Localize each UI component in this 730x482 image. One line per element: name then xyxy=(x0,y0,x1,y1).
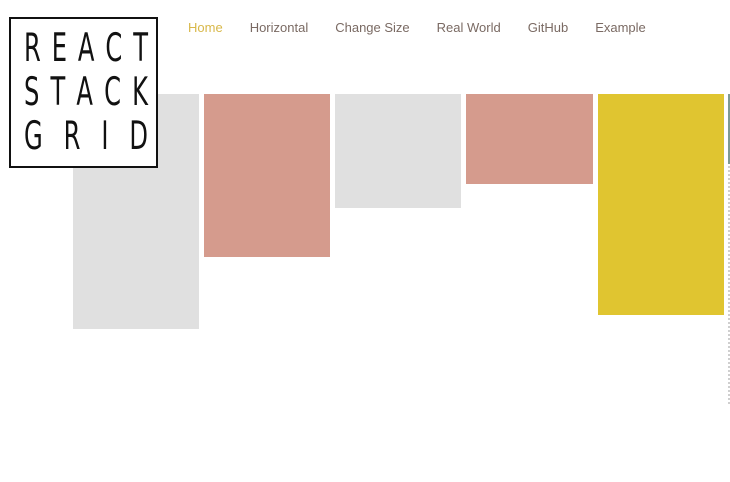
logo-letter: D xyxy=(129,114,148,159)
nav-example[interactable]: Example xyxy=(595,18,646,38)
nav-change-size[interactable]: Change Size xyxy=(335,18,409,38)
logo-letter: A xyxy=(77,26,95,71)
logo-line-react: R E A C T xyxy=(24,29,148,69)
logo-letter: K xyxy=(132,70,148,115)
nav-horizontal[interactable]: Horizontal xyxy=(250,18,309,38)
nav-home[interactable]: Home xyxy=(188,18,223,38)
grid-item[interactable] xyxy=(204,94,330,257)
top-nav: Home Horizontal Change Size Real World G… xyxy=(188,18,646,38)
logo-letter: C xyxy=(104,70,121,115)
logo-letter: R xyxy=(63,114,81,159)
logo-letter: A xyxy=(76,70,93,115)
logo-letter: I xyxy=(101,114,109,159)
nav-real-world[interactable]: Real World xyxy=(437,18,501,38)
logo[interactable]: R E A C T S T A C K G R I D xyxy=(9,17,158,168)
logo-line-stack: S T A C K xyxy=(24,73,148,113)
grid-item[interactable] xyxy=(466,94,593,184)
logo-letter: E xyxy=(51,26,68,71)
nav-github[interactable]: GitHub xyxy=(528,18,568,38)
logo-letter: C xyxy=(105,26,123,71)
logo-letter: S xyxy=(24,70,40,115)
logo-line-grid: G R I D xyxy=(24,117,148,157)
logo-letter: T xyxy=(133,26,148,71)
grid-item[interactable] xyxy=(335,94,461,208)
logo-letter: R xyxy=(24,26,41,71)
logo-letter: G xyxy=(24,114,43,159)
grid-item[interactable] xyxy=(598,94,724,315)
page: R E A C T S T A C K G R I D Home Horizon… xyxy=(0,0,730,482)
logo-letter: T xyxy=(50,70,66,115)
